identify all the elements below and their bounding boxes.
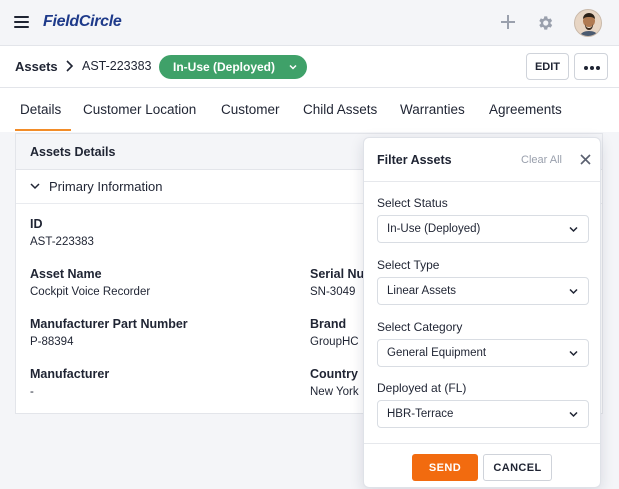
tab-details[interactable]: Details — [20, 102, 61, 117]
brand-value: GroupHC — [310, 336, 359, 348]
status-select-label: Select Status — [377, 196, 448, 210]
category-select[interactable]: General Equipment — [377, 339, 589, 367]
filter-title: Filter Assets — [377, 153, 452, 167]
send-button[interactable]: SEND — [412, 454, 478, 481]
tab-warranties[interactable]: Warranties — [400, 102, 465, 117]
asset-name-value: Cockpit Voice Recorder — [30, 286, 151, 298]
filter-footer: SEND CANCEL — [364, 443, 600, 489]
serial-number-value: SN-3049 — [310, 286, 356, 298]
status-select[interactable]: In-Use (Deployed) — [377, 215, 589, 243]
category-select-value: General Equipment — [387, 347, 487, 359]
chevron-down-icon — [289, 64, 297, 70]
status-select-value: In-Use (Deployed) — [387, 223, 481, 235]
manufacturer-part-number-value: P-88394 — [30, 336, 74, 348]
chevron-down-icon — [569, 226, 578, 233]
asset-name-label: Asset Name — [30, 267, 102, 281]
filter-header: Filter Assets Clear All — [364, 138, 600, 182]
section-title: Primary Information — [49, 179, 163, 194]
type-select-label: Select Type — [377, 258, 440, 272]
filter-assets-panel: Filter Assets Clear All Select Status In… — [363, 137, 601, 488]
type-select-value: Linear Assets — [387, 285, 457, 297]
avatar[interactable] — [574, 9, 602, 37]
more-options-button[interactable] — [574, 53, 608, 80]
chevron-down-icon — [569, 411, 578, 418]
manufacturer-value: - — [30, 386, 34, 398]
chevron-down-icon — [569, 350, 578, 357]
category-select-label: Select Category — [377, 320, 463, 334]
more-dot-icon — [584, 66, 588, 70]
more-dot-icon — [596, 66, 600, 70]
close-icon[interactable] — [580, 154, 591, 165]
id-value: AST-223383 — [30, 236, 94, 248]
cancel-button[interactable]: CANCEL — [483, 454, 552, 481]
brand-label: Brand — [310, 317, 347, 331]
active-tab-indicator — [15, 129, 71, 131]
status-label: In-Use (Deployed) — [173, 60, 276, 74]
deployed-at-select-value: HBR-Terrace — [387, 408, 454, 420]
manufacturer-label: Manufacturer — [30, 367, 110, 381]
chevron-down-icon — [30, 183, 40, 190]
more-dot-icon — [590, 66, 594, 70]
plus-icon[interactable] — [500, 14, 516, 30]
serial-number-label: Serial Nu — [310, 267, 365, 281]
status-dropdown[interactable]: In-Use (Deployed) — [159, 55, 307, 79]
menu-icon[interactable] — [14, 16, 29, 28]
tab-customer[interactable]: Customer — [221, 102, 280, 117]
chevron-right-icon — [66, 60, 74, 72]
breadcrumb-current: AST-223383 — [82, 59, 152, 73]
country-label: Country — [310, 367, 358, 381]
manufacturer-part-number-label: Manufacturer Part Number — [30, 317, 188, 331]
id-label: ID — [30, 217, 43, 231]
tab-agreements[interactable]: Agreements — [489, 102, 562, 117]
tab-customer-location[interactable]: Customer Location — [83, 102, 196, 117]
type-select[interactable]: Linear Assets — [377, 277, 589, 305]
top-bar: FieldCircle — [0, 0, 619, 46]
deployed-at-select-label: Deployed at (FL) — [377, 381, 467, 395]
tab-child-assets[interactable]: Child Assets — [303, 102, 377, 117]
gear-icon[interactable] — [536, 14, 554, 32]
breadcrumb-bar: Assets AST-223383 In-Use (Deployed) EDIT — [0, 46, 619, 88]
breadcrumb-assets-link[interactable]: Assets — [15, 59, 58, 74]
clear-all-link[interactable]: Clear All — [521, 154, 562, 166]
tab-bar: Details Customer Location Customer Child… — [0, 88, 619, 132]
country-value: New York — [310, 386, 359, 398]
chevron-down-icon — [569, 288, 578, 295]
deployed-at-select[interactable]: HBR-Terrace — [377, 400, 589, 428]
edit-button[interactable]: EDIT — [526, 53, 569, 80]
app-logo[interactable]: FieldCircle — [43, 13, 122, 31]
card-title: Assets Details — [30, 145, 116, 159]
